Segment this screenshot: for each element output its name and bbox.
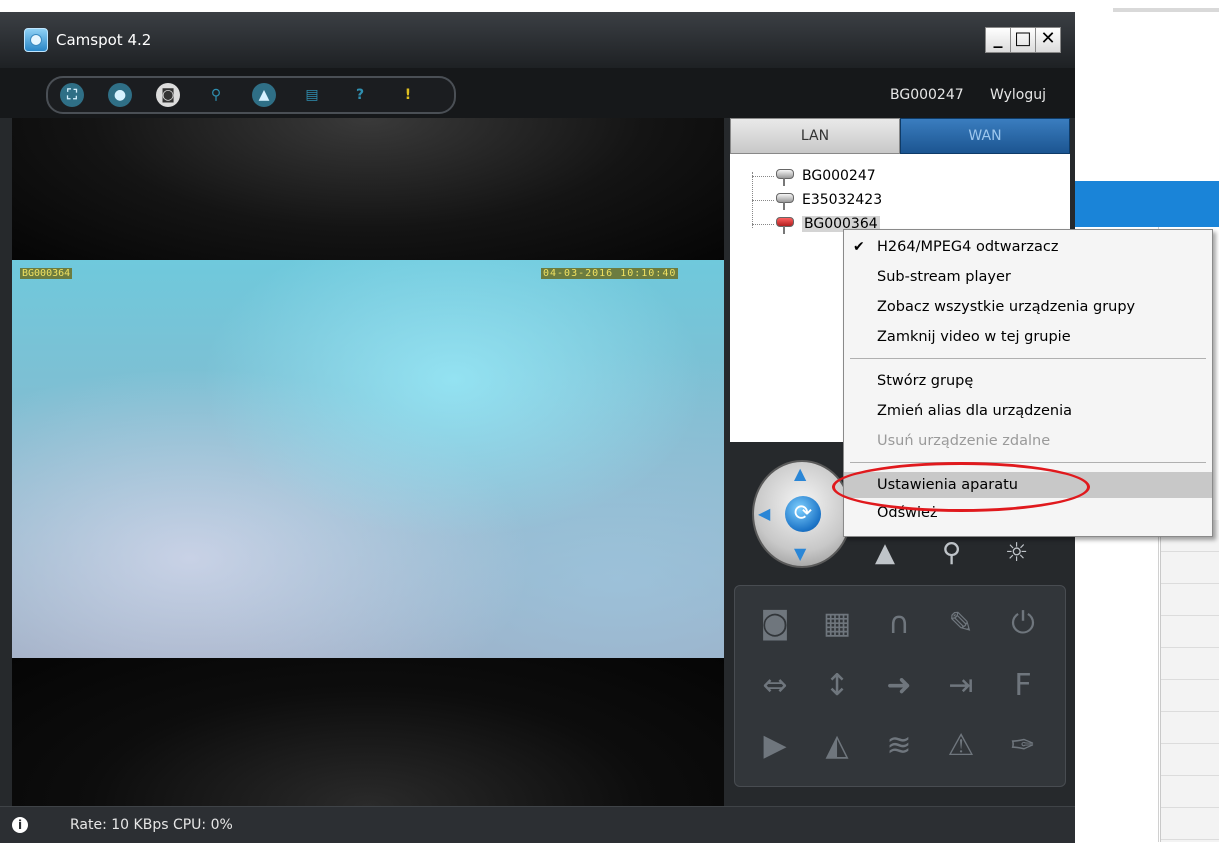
search-icon[interactable]: ⚲ — [204, 83, 228, 107]
menu-item-substream-player[interactable]: Sub-stream player — [844, 264, 1212, 290]
ptz-joystick[interactable]: ▲ ▼ ◀ ⟳ — [752, 460, 852, 568]
headphones-icon[interactable]: ∩ — [879, 604, 919, 644]
camera-icon — [774, 166, 796, 188]
context-menu: ✔ H264/MPEG4 odtwarzacz Sub-stream playe… — [843, 229, 1213, 537]
background-list — [1160, 520, 1219, 842]
toolbar: ⛶ ● ◙ ⚲ ▲ ▤ ? ! BG000247 Wyloguj — [0, 68, 1075, 118]
info-icon: i — [12, 817, 28, 833]
device-label: E35032423 — [802, 192, 883, 208]
info-icon[interactable]: ! — [396, 83, 420, 107]
desktop-background-line — [1113, 8, 1219, 12]
osd-timestamp: 04-03-2016 10:10:40 — [541, 268, 679, 279]
logout-link[interactable]: Wyloguj — [990, 87, 1046, 103]
menu-item-create-group[interactable]: Stwórz grupę — [844, 368, 1212, 394]
menu-item-label: Usuń urządzenie zdalne — [877, 433, 1051, 449]
close-button[interactable]: ✕ — [1035, 27, 1061, 53]
enter-icon[interactable]: ⇥ — [941, 666, 981, 706]
snapshot-icon[interactable]: ◙ — [156, 83, 180, 107]
status-bar: i Rate: 10 KBps CPU: 0% — [0, 806, 1075, 843]
menu-item-refresh[interactable]: Odśwież — [844, 500, 1212, 526]
arrow-right-icon[interactable]: ➜ — [879, 666, 919, 706]
menu-item-view-group-devices[interactable]: Zobacz wszystkie urządzenia grupy — [844, 294, 1212, 320]
tab-wan[interactable]: WAN — [900, 118, 1070, 154]
vertical-arrows-icon[interactable]: ↕ — [817, 666, 857, 706]
username-label: BG000247 — [890, 87, 964, 103]
play-icon[interactable]: ▶ — [755, 726, 795, 766]
menu-item-label: H264/MPEG4 odtwarzacz — [877, 239, 1059, 255]
network-tabs: LAN WAN — [730, 118, 1070, 154]
camera-icon — [774, 190, 796, 212]
menu-item-label: Zmień alias dla urządzenia — [877, 403, 1073, 419]
menu-item-label: Zamknij video w tej grupie — [877, 329, 1071, 345]
status-text: Rate: 10 KBps CPU: 0% — [70, 817, 233, 833]
clapper-icon[interactable]: ▦ — [817, 604, 857, 644]
wrench-icon[interactable]: ✑ — [1003, 726, 1043, 766]
menu-item-label: Stwórz grupę — [877, 373, 974, 389]
ptz-left-arrow-icon[interactable]: ◀ — [758, 504, 770, 523]
ptz-refresh-icon[interactable]: ⟳ — [785, 496, 821, 532]
camera-alert-icon — [774, 214, 796, 236]
fullscreen-icon[interactable]: ⛶ — [60, 83, 84, 107]
control-panel: ◙ ▦ ∩ ✎ ⏻ ⇔ ↕ ➜ ⇥ F ▶ ◭ ≋ ⚠ ✑ — [734, 585, 1066, 787]
device-label: BG000247 — [802, 168, 876, 184]
camera-icon[interactable]: ◙ — [755, 604, 795, 644]
background-window-header — [1075, 181, 1219, 227]
zoom-icon[interactable]: ⚲ — [942, 538, 961, 568]
horizontal-arrows-icon[interactable]: ⇔ — [755, 666, 795, 706]
camera-feed — [12, 260, 724, 658]
video-letterbox-top — [12, 118, 724, 260]
toolbar-group: ⛶ ● ◙ ⚲ ▲ ▤ ? ! — [46, 76, 456, 114]
menu-item-remove-device: Usuń urządzenie zdalne — [844, 428, 1212, 454]
title-bar[interactable]: Camspot 4.2 _ □ ✕ — [0, 12, 1075, 68]
lock-icon[interactable]: ▲ — [252, 83, 276, 107]
minimize-button[interactable]: _ — [985, 27, 1011, 53]
split-icon[interactable]: ◭ — [817, 726, 857, 766]
menu-item-camera-settings[interactable]: Ustawienia aparatu — [844, 472, 1212, 498]
video-viewport[interactable]: BG000364 04-03-2016 10:10:40 — [12, 118, 724, 806]
ptz-down-arrow-icon[interactable]: ▼ — [794, 544, 806, 563]
warning-icon[interactable]: ⚠ — [941, 726, 981, 766]
window-title: Camspot 4.2 — [56, 31, 152, 49]
menu-separator — [850, 462, 1206, 463]
app-icon — [24, 28, 48, 52]
menu-item-label: Odśwież — [877, 505, 938, 521]
record-icon[interactable]: ● — [108, 83, 132, 107]
menu-item-label: Sub-stream player — [877, 269, 1011, 285]
menu-item-label: Ustawienia aparatu — [877, 477, 1018, 493]
power-icon[interactable]: ⏻ — [1003, 604, 1043, 644]
help-icon[interactable]: ? — [348, 83, 372, 107]
osd-device-id: BG000364 — [20, 268, 73, 279]
storage-icon[interactable]: ▤ — [300, 83, 324, 107]
f-icon[interactable]: F — [1003, 666, 1043, 706]
brightness-icon[interactable]: ☼ — [1005, 538, 1028, 568]
menu-item-change-alias[interactable]: Zmień alias dla urządzenia — [844, 398, 1212, 424]
tab-lan[interactable]: LAN — [730, 118, 900, 154]
triangle-icon[interactable]: ▲ — [875, 538, 895, 568]
menu-separator — [850, 358, 1206, 359]
menu-item-label: Zobacz wszystkie urządzenia grupy — [877, 299, 1136, 315]
menu-item-close-group-video[interactable]: Zamknij video w tej grupie — [844, 324, 1212, 350]
checkmark-icon: ✔ — [853, 239, 865, 255]
menu-item-h264-player[interactable]: ✔ H264/MPEG4 odtwarzacz — [844, 234, 1212, 260]
ptz-up-arrow-icon[interactable]: ▲ — [794, 464, 806, 483]
video-letterbox-bottom — [12, 658, 724, 806]
microphone-icon[interactable]: ✎ — [941, 604, 981, 644]
maximize-button[interactable]: □ — [1010, 27, 1036, 53]
wifi-icon[interactable]: ≋ — [879, 726, 919, 766]
